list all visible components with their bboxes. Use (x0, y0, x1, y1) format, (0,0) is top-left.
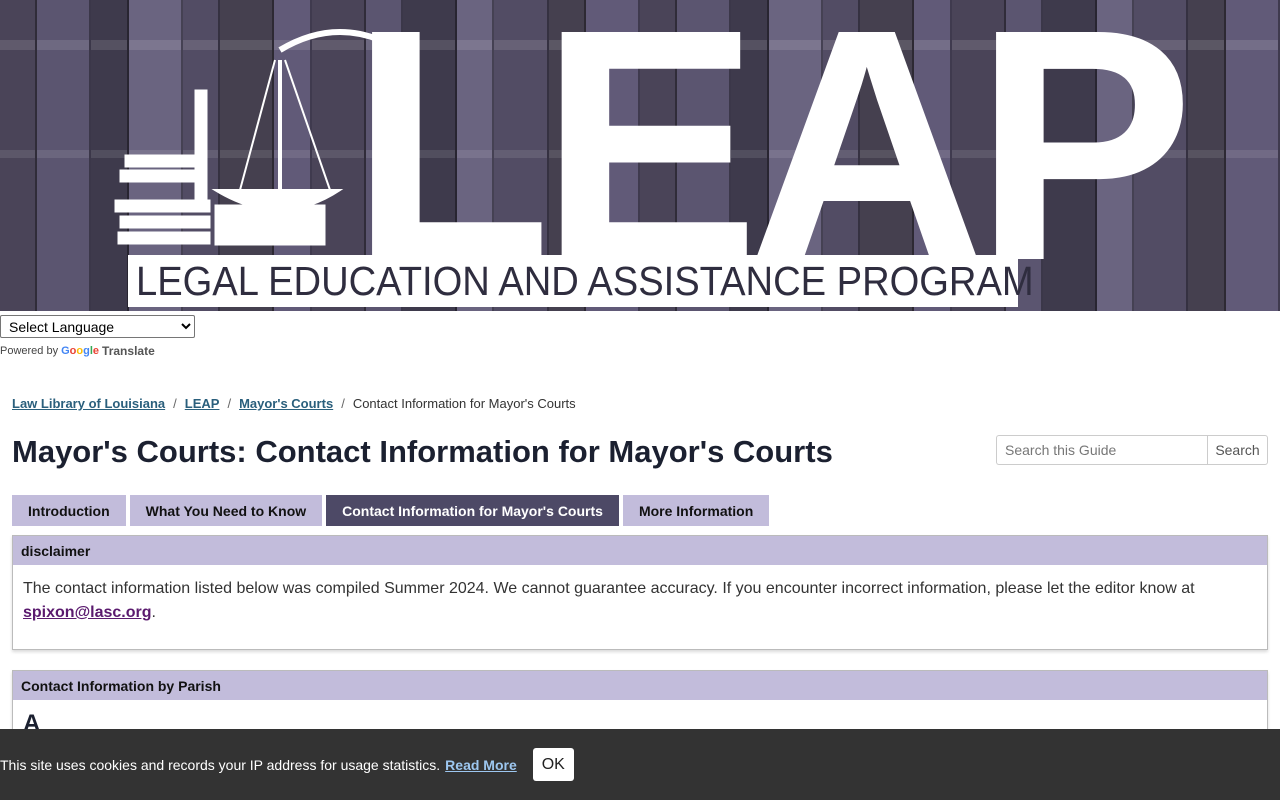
logo-subtitle: LEGAL EDUCATION AND ASSISTANCE PROGRAM (136, 258, 1034, 304)
disclaimer-box: disclaimer The contact information liste… (12, 535, 1268, 650)
page-title: Mayor's Courts: Contact Information for … (12, 434, 833, 469)
tab-contact-information[interactable]: Contact Information for Mayor's Courts (326, 495, 619, 526)
language-select[interactable]: Select Language (0, 315, 195, 338)
tab-more-information[interactable]: More Information (622, 495, 770, 526)
google-logo: Google (61, 345, 100, 357)
book-spine (0, 0, 38, 311)
book-spine (1225, 0, 1280, 311)
tab-introduction[interactable]: Introduction (12, 495, 126, 526)
disclaimer-period: . (151, 604, 156, 621)
disclaimer-heading: disclaimer (13, 536, 1267, 565)
cookie-read-more-link[interactable]: Read More (445, 757, 517, 773)
cookie-ok-button[interactable]: OK (532, 748, 574, 781)
powered-by-label: Powered by (0, 345, 59, 357)
guide-search: Search (996, 435, 1268, 465)
breadcrumb-separator: / (341, 396, 345, 411)
guide-tabs: Introduction What You Need to Know Conta… (12, 495, 770, 526)
powered-by-google: Powered by Google Translate (0, 344, 155, 358)
editor-email-link[interactable]: spixon@lasc.org (23, 604, 152, 621)
book-spine (37, 0, 92, 311)
breadcrumb-leap[interactable]: LEAP (185, 396, 220, 411)
leap-logo-letters: LEAP (350, 0, 1194, 311)
tab-what-you-need-to-know[interactable]: What You Need to Know (129, 495, 323, 526)
search-button[interactable]: Search (1207, 435, 1268, 465)
parish-heading: Contact Information by Parish (13, 671, 1267, 700)
cookie-text: This site uses cookies and records your … (0, 756, 441, 773)
cookie-banner: This site uses cookies and records your … (0, 729, 1280, 800)
breadcrumb-current: Contact Information for Mayor's Courts (352, 396, 576, 411)
breadcrumb-separator: / (227, 396, 232, 411)
book-spine (1188, 0, 1226, 311)
search-input[interactable] (996, 435, 1207, 465)
disclaimer-body: The contact information listed below was… (13, 565, 1267, 641)
breadcrumb-mayors-courts[interactable]: Mayor's Courts (239, 396, 333, 411)
breadcrumb-law-library[interactable]: Law Library of Louisiana (12, 396, 165, 411)
disclaimer-text: The contact information listed below was… (23, 580, 1195, 597)
translate-link[interactable]: Translate (102, 344, 155, 358)
breadcrumb-separator: / (173, 396, 177, 411)
breadcrumb: Law Library of Louisiana / LEAP / Mayor'… (12, 396, 576, 411)
header-banner: LEAP LEGAL EDUCATION AND ASSISTANCE PROG… (0, 0, 1280, 311)
